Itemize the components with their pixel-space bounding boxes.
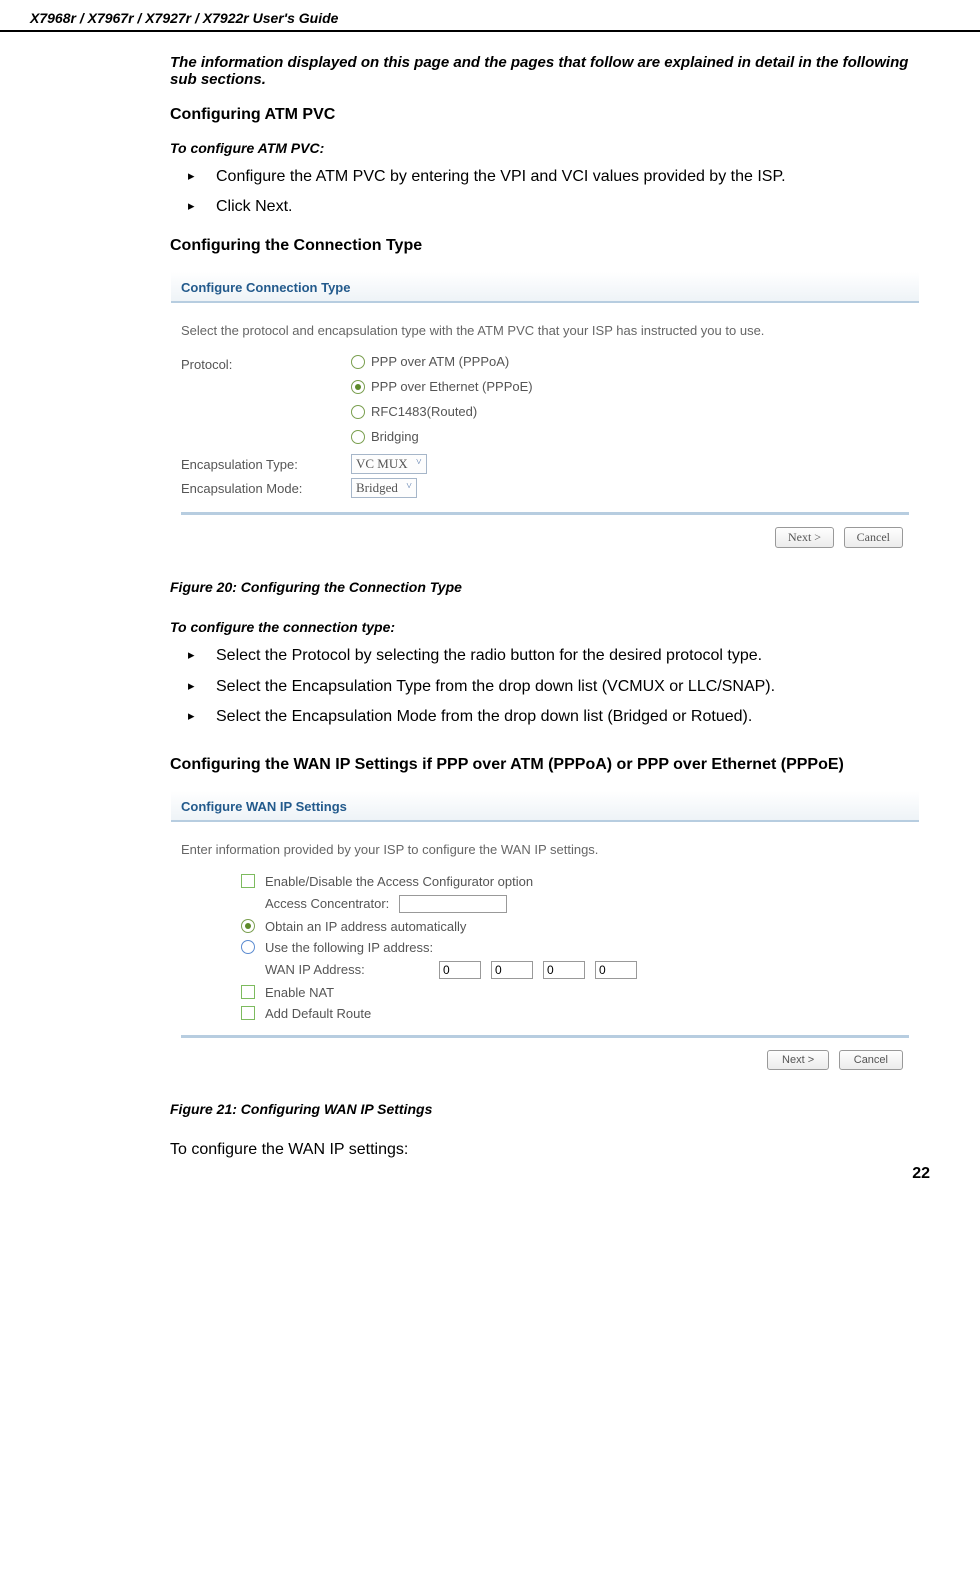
radio-rfc1483[interactable] (351, 405, 365, 419)
input-access-concentrator[interactable] (399, 895, 507, 913)
radio-use-following[interactable] (241, 940, 255, 954)
shot-title: Configure Connection Type (171, 272, 919, 303)
list-item: Select the Protocol by selecting the rad… (188, 645, 920, 667)
radio-label: RFC1483(Routed) (371, 404, 477, 419)
list-item: Configure the ATM PVC by entering the VP… (188, 166, 920, 188)
header-title: X7968r / X7967r / X7927r / X7922r User's… (30, 10, 338, 26)
radio-bridging[interactable] (351, 430, 365, 444)
atm-list: Configure the ATM PVC by entering the VP… (170, 166, 920, 219)
checkbox-enable-nat[interactable] (241, 985, 255, 999)
next-button[interactable]: Next > (767, 1050, 829, 1070)
page-header: X7968r / X7967r / X7927r / X7922r User's… (0, 0, 980, 32)
content-area: The information displayed on this page a… (0, 54, 980, 1159)
label-encap-mode: Encapsulation Mode: (181, 481, 351, 496)
radio-label: Use the following IP address: (265, 940, 433, 955)
list-item: Select the Encapsulation Mode from the d… (188, 706, 920, 728)
subheading-conn: To configure the connection type: (170, 619, 920, 635)
radio-label: Bridging (371, 429, 419, 444)
list-item: Select the Encapsulation Type from the d… (188, 676, 920, 698)
subheading-atm: To configure ATM PVC: (170, 140, 920, 156)
wan-ip-2[interactable] (491, 961, 533, 979)
radio-label: PPP over Ethernet (PPPoE) (371, 379, 533, 394)
cancel-button[interactable]: Cancel (844, 527, 903, 548)
heading-conn-type: Configuring the Connection Type (170, 237, 920, 255)
radio-pppoe[interactable] (351, 380, 365, 394)
label-protocol: Protocol: (181, 357, 351, 372)
screenshot-wan-ip: Configure WAN IP Settings Enter informat… (170, 790, 920, 1087)
shot-desc: Select the protocol and encapsulation ty… (181, 321, 909, 341)
shot-desc: Enter information provided by your ISP t… (181, 840, 909, 860)
radio-pppoa[interactable] (351, 355, 365, 369)
chk-label: Enable/Disable the Access Configurator o… (265, 874, 533, 889)
list-item: Click Next. (188, 196, 920, 218)
wan-ip-1[interactable] (439, 961, 481, 979)
shot-title: Configure WAN IP Settings (171, 791, 919, 822)
radio-label: Obtain an IP address automatically (265, 919, 466, 934)
wan-ip-4[interactable] (595, 961, 637, 979)
screenshot-conn-type: Configure Connection Type Select the pro… (170, 271, 920, 566)
checkbox-default-route[interactable] (241, 1006, 255, 1020)
divider (181, 512, 909, 515)
divider (181, 1035, 909, 1038)
page-number: 22 (0, 1159, 980, 1203)
chk-label: Add Default Route (265, 1006, 371, 1021)
next-button[interactable]: Next > (775, 527, 834, 548)
figure-20-caption: Figure 20: Configuring the Connection Ty… (170, 579, 920, 595)
select-encap-mode[interactable]: Bridged (351, 478, 417, 498)
chk-label: Enable NAT (265, 985, 334, 1000)
radio-obtain-auto[interactable] (241, 919, 255, 933)
figure-21-caption: Figure 21: Configuring WAN IP Settings (170, 1101, 920, 1117)
radio-label: PPP over ATM (PPPoA) (371, 354, 509, 369)
cancel-button[interactable]: Cancel (839, 1050, 903, 1070)
intro-paragraph: The information displayed on this page a… (170, 54, 920, 88)
label-wan-ip: WAN IP Address: (265, 962, 429, 977)
label-encap-type: Encapsulation Type: (181, 457, 351, 472)
select-encap-type[interactable]: VC MUX (351, 454, 427, 474)
wan-ip-3[interactable] (543, 961, 585, 979)
closing-text: To configure the WAN IP settings: (170, 1141, 920, 1159)
heading-atm: Configuring ATM PVC (170, 106, 920, 124)
conn-list: Select the Protocol by selecting the rad… (170, 645, 920, 728)
checkbox-access-configurator[interactable] (241, 874, 255, 888)
label-access-concentrator: Access Concentrator: (265, 896, 389, 911)
heading-wan: Configuring the WAN IP Settings if PPP o… (170, 756, 920, 774)
